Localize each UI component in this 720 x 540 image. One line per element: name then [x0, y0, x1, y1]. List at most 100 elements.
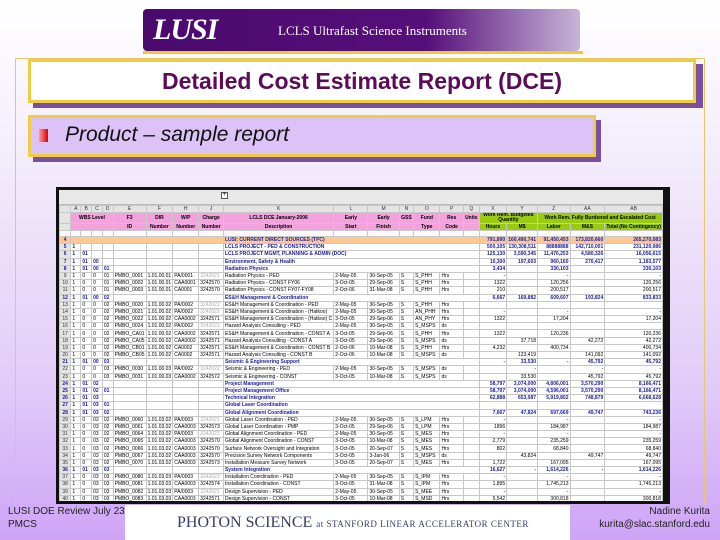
table-cell[interactable]: 833,833 — [604, 293, 663, 302]
table-cell[interactable]: 167,095 — [604, 458, 663, 468]
table-cell[interactable]: CAA0002 — [172, 315, 200, 324]
table-cell[interactable] — [462, 329, 480, 338]
table-cell[interactable] — [462, 322, 480, 331]
column-letter[interactable]: N — [398, 205, 415, 213]
table-cell[interactable]: Installation Measure Survey Network — [222, 458, 335, 468]
table-cell[interactable]: 4,596,001 — [537, 386, 571, 396]
table-cell[interactable]: - — [478, 415, 508, 424]
table-cell[interactable] — [506, 444, 539, 453]
table-cell[interactable]: 1 — [70, 465, 82, 475]
table-cell[interactable]: - — [604, 430, 663, 439]
table-cell[interactable]: 03 — [91, 444, 103, 453]
table-cell[interactable]: 01 — [80, 401, 93, 410]
table-cell[interactable]: 1 — [70, 365, 82, 374]
table-cell[interactable]: 3-Oct-05 — [333, 422, 369, 432]
table-cell[interactable]: 1,722 — [478, 458, 508, 468]
table-cell[interactable]: 42,272 — [604, 336, 663, 345]
table-cell[interactable]: 03 — [91, 430, 103, 439]
table-cell[interactable]: 3242022 — [198, 430, 224, 439]
table-cell[interactable]: 197,603 — [506, 257, 539, 266]
table-cell[interactable]: 1.01.00.02 — [145, 307, 174, 317]
table-cell[interactable] — [506, 264, 539, 273]
table-cell[interactable]: S — [398, 350, 415, 360]
table-cell[interactable] — [569, 329, 606, 338]
table-cell[interactable]: 02 — [101, 430, 114, 439]
table-cell[interactable]: 3-Oct-05 — [333, 437, 369, 446]
table-cell[interactable] — [462, 451, 480, 460]
table-cell[interactable] — [172, 386, 200, 396]
table-cell[interactable]: 02 — [101, 343, 114, 353]
table-cell[interactable]: 1 — [70, 300, 82, 309]
table-cell[interactable]: 10-Mar-08 — [367, 343, 400, 353]
table-cell[interactable]: ds — [439, 451, 464, 460]
table-cell[interactable] — [569, 315, 606, 324]
table-cell[interactable]: 30-Sep-05 — [367, 271, 400, 281]
table-cell[interactable]: 29-Sep-06 — [367, 329, 400, 338]
table-cell[interactable]: 30-Sep-05 — [367, 430, 400, 439]
table-cell[interactable]: S_MSPS — [413, 322, 441, 331]
table-cell[interactable]: 01 — [80, 394, 93, 403]
table-cell[interactable]: - — [506, 465, 539, 475]
table-cell[interactable] — [569, 401, 606, 410]
table-cell[interactable]: 3242570 — [198, 444, 224, 453]
table-cell[interactable] — [112, 401, 147, 410]
table-cell[interactable]: 29-Sep-06 — [367, 336, 400, 345]
table-cell[interactable]: ds — [439, 372, 464, 381]
table-cell[interactable] — [569, 271, 606, 281]
table-cell[interactable]: 1 — [70, 401, 82, 410]
table-cell[interactable]: 0 — [91, 315, 103, 324]
table-cell[interactable]: 02 — [91, 379, 103, 388]
table-cell[interactable]: 47,824 — [506, 408, 539, 417]
table-cell[interactable]: Seismic & Engineering Support — [222, 358, 480, 367]
table-cell[interactable] — [604, 401, 663, 410]
table-cell[interactable]: PA/0003 — [172, 473, 200, 482]
table-cell[interactable]: Hrs — [439, 300, 464, 309]
table-cell[interactable]: 16,627 — [478, 465, 508, 475]
table-cell[interactable]: 0 — [80, 271, 93, 281]
table-cell[interactable]: 141,092 — [569, 350, 606, 360]
table-cell[interactable]: 01 — [101, 386, 114, 396]
table-cell[interactable] — [478, 300, 508, 309]
table-cell[interactable]: 68,840 — [537, 444, 571, 453]
table-cell[interactable]: 03 — [91, 408, 103, 417]
table-cell[interactable]: PA/0002 — [172, 307, 200, 317]
table-cell[interactable]: 3242570 — [198, 286, 224, 295]
table-cell[interactable]: 0 — [91, 300, 103, 309]
table-cell[interactable]: 1.01.00.01 — [145, 279, 174, 288]
table-cell[interactable] — [506, 437, 539, 446]
table-cell[interactable] — [101, 379, 114, 388]
table-cell[interactable]: 142,710,001 — [569, 243, 606, 252]
table-cell[interactable]: 1 — [70, 271, 82, 281]
table-cell[interactable] — [112, 264, 147, 273]
table-cell[interactable]: CAA0003 — [172, 458, 200, 468]
table-cell[interactable]: 01 — [80, 257, 93, 266]
table-cell[interactable]: 0 — [80, 365, 93, 374]
table-cell[interactable] — [462, 430, 480, 439]
table-cell[interactable]: 3-Oct-05 — [333, 315, 369, 324]
table-cell[interactable] — [537, 300, 571, 309]
table-cell[interactable]: Design Supervision - CONST — [222, 494, 335, 501]
table-cell[interactable]: 1 — [70, 358, 82, 367]
table-cell[interactable] — [462, 444, 480, 453]
table-cell[interactable]: 03 — [101, 473, 114, 482]
table-cell[interactable]: 10,300 — [478, 257, 508, 266]
table-cell[interactable]: 1.01.03.03 — [145, 494, 174, 501]
table-cell[interactable] — [569, 473, 606, 482]
table-cell[interactable]: S_MSPS — [413, 350, 441, 360]
table-cell[interactable] — [462, 350, 480, 360]
table-cell[interactable]: 120,256 — [537, 279, 571, 288]
table-cell[interactable]: 03 — [91, 473, 103, 482]
table-cell[interactable]: PMBO_0024 — [112, 322, 147, 331]
column-letter[interactable]: O — [413, 205, 441, 213]
table-cell[interactable] — [478, 365, 508, 374]
table-cell[interactable]: 3-Oct-05 — [333, 279, 369, 288]
table-cell[interactable]: Global Alignment Coordination - PED — [222, 430, 335, 439]
table-cell[interactable]: 03 — [91, 422, 103, 432]
table-cell[interactable]: 3-Oct-05 — [333, 444, 369, 453]
table-cell[interactable]: 02 — [101, 322, 114, 331]
table-cell[interactable]: 03 — [101, 487, 114, 496]
table-cell[interactable]: 1 — [70, 379, 82, 388]
table-cell[interactable]: 210 — [478, 286, 508, 295]
table-cell[interactable]: 3242022 — [198, 415, 224, 424]
table-cell[interactable] — [198, 293, 224, 302]
